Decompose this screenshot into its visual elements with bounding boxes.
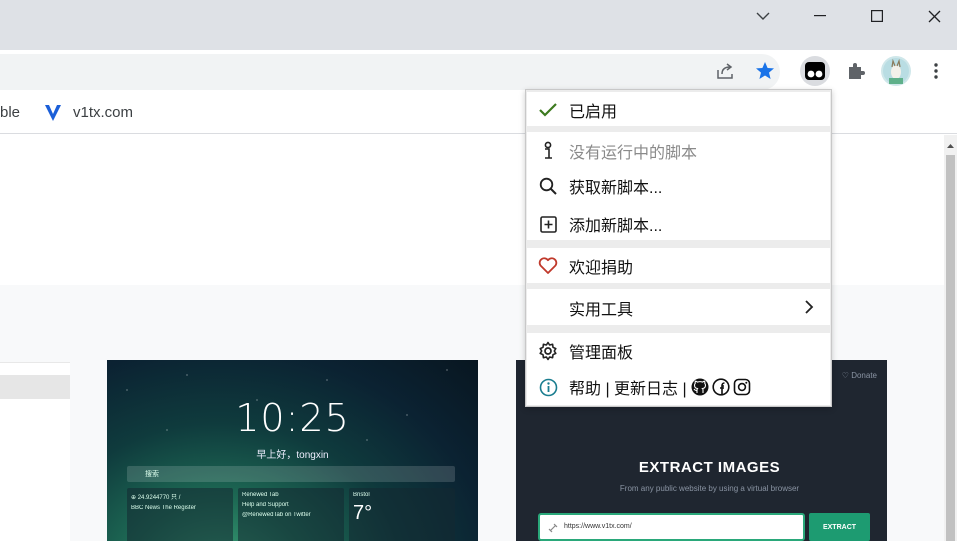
menu-item-no-scripts: 没有运行中的脚本 bbox=[527, 135, 830, 167]
chrome-menu-button[interactable] bbox=[921, 56, 951, 86]
card-bar bbox=[0, 375, 70, 399]
heart-icon: ♡ bbox=[841, 371, 849, 380]
mini-search-placeholder: 搜索 bbox=[145, 471, 159, 478]
script-info-icon bbox=[544, 141, 552, 159]
scroll-up-arrow-icon[interactable] bbox=[944, 139, 957, 153]
mini-links-panel: Renewed Tab Help and Support @RenewedTab… bbox=[238, 488, 344, 541]
profile-avatar[interactable] bbox=[881, 56, 911, 86]
extract-url-value: https://www.v1tx.com/ bbox=[564, 523, 632, 530]
greeting-text: 早上好，tongxin bbox=[256, 450, 329, 461]
weather-temp: 7° bbox=[353, 502, 373, 524]
clock-text: 10:25 bbox=[235, 396, 350, 440]
menu-section-scripts: 没有运行中的脚本 获取新脚本... 添加新脚本... bbox=[527, 132, 830, 240]
menu-label-get-scripts: 获取新脚本... bbox=[569, 180, 663, 197]
more-vert-icon bbox=[934, 63, 938, 79]
menu-section-donate: 欢迎捐助 bbox=[527, 248, 830, 283]
extract-url-field: https://www.v1tx.com/ bbox=[538, 513, 805, 541]
page-scrollbar[interactable] bbox=[944, 135, 957, 541]
menu-section-status: 已启用 bbox=[527, 92, 830, 126]
info-icon bbox=[539, 378, 557, 396]
close-button[interactable] bbox=[917, 0, 951, 32]
chevron-down-icon bbox=[756, 12, 770, 20]
search-icon bbox=[539, 177, 557, 195]
gear-icon bbox=[539, 341, 557, 361]
links-line-1: Renewed Tab bbox=[242, 492, 279, 498]
facebook-icon[interactable] bbox=[712, 378, 730, 396]
menu-label-utilities: 实用工具 bbox=[569, 302, 634, 319]
menu-section-utilities: 实用工具 bbox=[527, 289, 830, 325]
title-bar bbox=[0, 0, 957, 50]
share-icon bbox=[717, 63, 733, 79]
maximize-icon bbox=[871, 10, 883, 22]
link-icon bbox=[548, 523, 558, 533]
tampermonkey-icon bbox=[805, 62, 825, 80]
extract-button: EXTRACT bbox=[809, 513, 870, 541]
menu-item-get-scripts[interactable]: 获取新脚本... bbox=[527, 170, 830, 202]
check-icon bbox=[539, 103, 557, 117]
links-line-2: Help and Support bbox=[242, 502, 289, 508]
menu-label-add-script: 添加新脚本... bbox=[569, 218, 663, 235]
menu-item-utilities[interactable]: 实用工具 bbox=[527, 292, 830, 324]
bookmark-label: v1tx.com bbox=[73, 104, 134, 121]
donate-label: Donate bbox=[851, 371, 877, 380]
plus-square-icon bbox=[539, 215, 557, 233]
bookmark-star-button[interactable] bbox=[750, 56, 780, 86]
links-line-3: @RenewedTab on Twitter bbox=[242, 512, 311, 518]
menu-label-enabled: 已启用 bbox=[569, 104, 618, 121]
menu-item-add-script[interactable]: 添加新脚本... bbox=[527, 208, 830, 240]
close-icon bbox=[928, 10, 940, 22]
extract-subtitle: From any public website by using a virtu… bbox=[619, 484, 800, 493]
chevron-right-icon bbox=[805, 300, 814, 314]
instagram-icon[interactable] bbox=[733, 378, 751, 396]
news-line-1: ⊕ 24.9244770 只 / bbox=[131, 495, 181, 501]
donate-link: ♡ Donate bbox=[842, 371, 877, 380]
address-bar[interactable] bbox=[0, 54, 780, 90]
mini-news-panel: ⊕ 24.9244770 只 / BBC News The Register bbox=[127, 488, 233, 541]
star-icon bbox=[756, 62, 774, 79]
minimize-icon bbox=[814, 15, 826, 17]
menu-item-enabled[interactable]: 已启用 bbox=[527, 94, 830, 126]
menu-label-no-scripts: 没有运行中的脚本 bbox=[569, 145, 698, 162]
share-button[interactable] bbox=[710, 56, 740, 86]
bookmark-partial[interactable]: ble bbox=[0, 104, 20, 121]
avatar-icon bbox=[883, 58, 909, 84]
puzzle-icon bbox=[849, 63, 865, 79]
mini-weather-panel: Bristol 7° bbox=[349, 488, 455, 541]
tampermonkey-popup-menu: 已启用 没有运行中的脚本 获取新脚本... 添加新脚本... 欢迎捐助 实用工具 bbox=[525, 89, 832, 407]
menu-label-dashboard: 管理面板 bbox=[569, 345, 634, 362]
github-icon[interactable] bbox=[691, 378, 709, 396]
mini-search-bar: 搜索 bbox=[127, 466, 455, 482]
v1tx-logo-icon bbox=[45, 105, 61, 121]
menu-item-help: 帮助 | 更新日志 | bbox=[527, 371, 830, 403]
heart-icon bbox=[538, 257, 558, 274]
menu-item-dashboard[interactable]: 管理面板 bbox=[527, 335, 830, 367]
tampermonkey-extension-button[interactable] bbox=[800, 56, 830, 86]
renewed-tab-screenshot-card[interactable]: 10:25 早上好，tongxin 搜索 ⊕ 24.9244770 只 / BB… bbox=[107, 360, 478, 541]
menu-label-donate: 欢迎捐助 bbox=[569, 260, 634, 277]
maximize-button[interactable] bbox=[860, 0, 894, 32]
scroll-thumb[interactable] bbox=[946, 155, 955, 541]
menu-label-help[interactable]: 帮助 | 更新日志 | bbox=[569, 375, 687, 399]
extract-title: EXTRACT IMAGES bbox=[638, 459, 781, 476]
extensions-button[interactable] bbox=[841, 56, 871, 86]
news-line-2: BBC News The Register bbox=[131, 505, 196, 511]
partial-screenshot-card[interactable] bbox=[0, 362, 70, 541]
menu-section-settings: 管理面板 帮助 | 更新日志 | bbox=[527, 333, 830, 405]
tab-search-button[interactable] bbox=[746, 0, 780, 32]
menu-item-donate[interactable]: 欢迎捐助 bbox=[527, 250, 830, 282]
minimize-button[interactable] bbox=[803, 0, 837, 32]
browser-toolbar bbox=[0, 50, 957, 90]
weather-city: Bristol bbox=[353, 492, 370, 498]
